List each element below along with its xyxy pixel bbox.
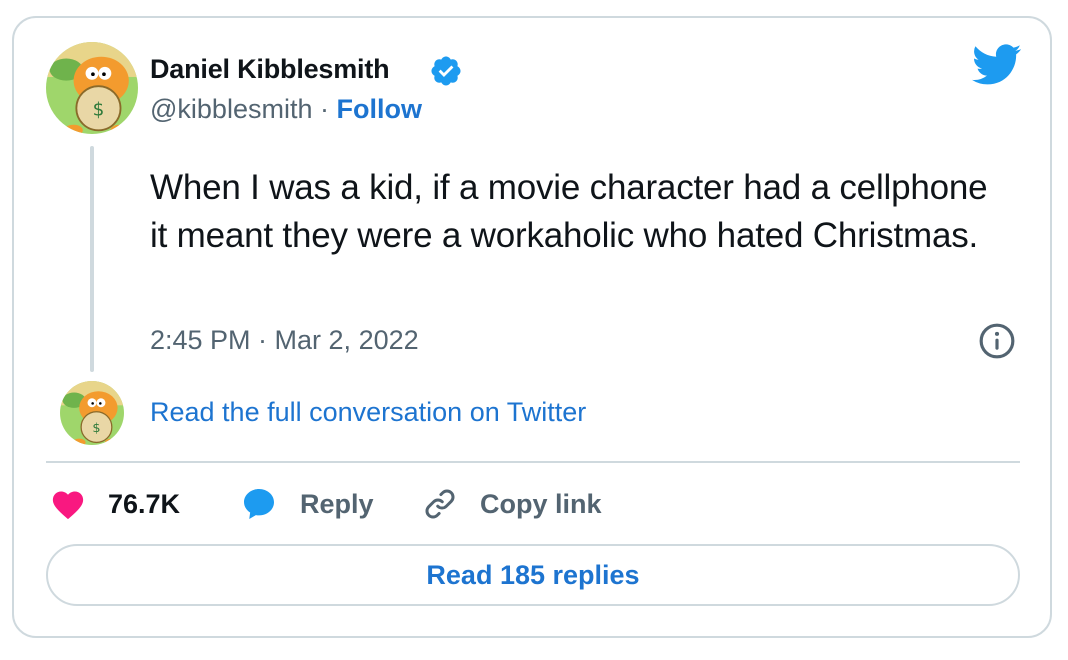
divider [46, 461, 1020, 463]
reply-bubble-icon [244, 489, 274, 519]
svg-text:$: $ [92, 421, 100, 436]
read-replies-button[interactable]: Read 185 replies [46, 544, 1020, 606]
author-handle[interactable]: @kibblesmith [150, 94, 312, 124]
like-count: 76.7K [108, 488, 181, 519]
follow-link[interactable]: Follow [336, 94, 421, 124]
copy-link-label: Copy link [480, 488, 602, 519]
read-conversation-link[interactable]: Read the full conversation on Twitter [150, 397, 586, 428]
tweet-text: When I was a kid, if a movie character h… [150, 168, 988, 255]
conversation-avatar[interactable]: $ [60, 381, 124, 445]
verified-badge-icon [431, 56, 461, 86]
reply-button[interactable]: Reply [240, 486, 374, 522]
author-handle-row: @kibblesmith · Follow [150, 94, 422, 125]
reply-label: Reply [300, 488, 374, 519]
tweet-timestamp[interactable]: 2:45 PM · Mar 2, 2022 [150, 325, 419, 356]
info-icon[interactable] [978, 322, 1016, 360]
author-name[interactable]: Daniel Kibblesmith [150, 54, 390, 85]
heart-icon [52, 491, 84, 520]
like-button[interactable]: 76.7K [50, 486, 180, 522]
author-avatar[interactable]: $ [46, 42, 138, 134]
twitter-bird-icon[interactable] [972, 44, 1022, 86]
svg-text:$: $ [93, 100, 105, 121]
copy-link-button[interactable]: Copy link [422, 486, 602, 522]
link-icon [425, 489, 455, 519]
thread-line [90, 146, 94, 372]
separator-dot: · [312, 94, 337, 124]
